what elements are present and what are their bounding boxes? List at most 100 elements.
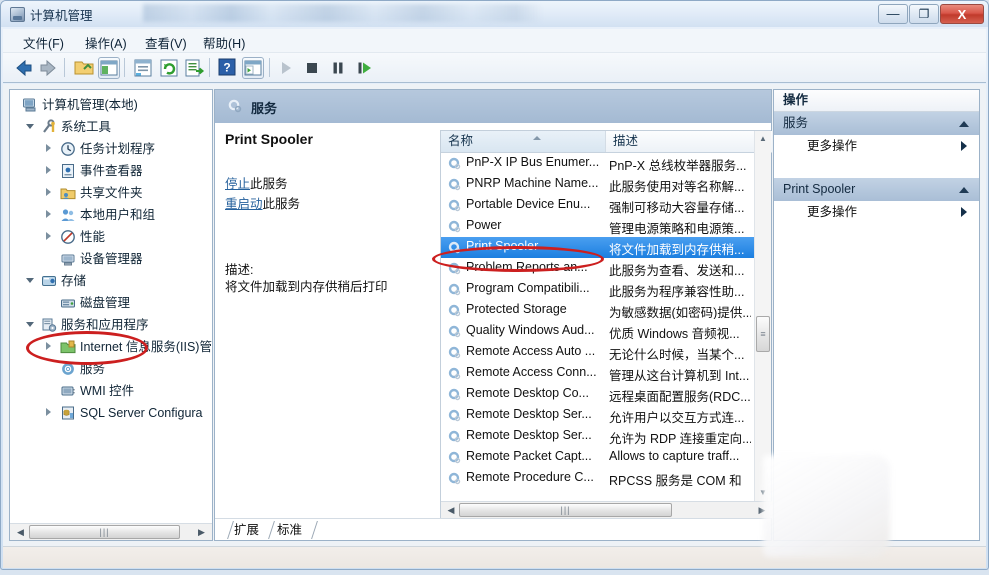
toolbar-separator-2	[124, 58, 125, 77]
chevron-right-icon	[961, 141, 967, 151]
table-row[interactable]: Remote Desktop Ser... 允许用户以交互方式连...	[441, 405, 755, 426]
actions-item-label: 更多操作	[807, 205, 858, 219]
scroll-up-button[interactable]: ▲	[755, 131, 771, 147]
show-action-pane-icon[interactable]	[242, 57, 264, 79]
tree-label: 存储	[61, 274, 87, 288]
table-row[interactable]: Remote Packet Capt... Allows to capture …	[441, 447, 755, 468]
close-icon: X	[957, 7, 967, 22]
maximize-button[interactable]: ❐	[909, 4, 939, 24]
tree-label: 服务	[80, 362, 106, 376]
scroll-thumb[interactable]: |||	[29, 525, 180, 539]
tree-label: 磁盘管理	[80, 296, 131, 310]
blurred-title-path	[143, 4, 543, 22]
scroll-thumb[interactable]: |||	[459, 503, 672, 517]
svg-text:?: ?	[223, 61, 230, 75]
column-header-description[interactable]: 描述	[606, 131, 772, 152]
minimize-button[interactable]: —	[878, 4, 908, 24]
table-row[interactable]: Remote Procedure C... RPCSS 服务是 COM 和	[441, 468, 755, 489]
actions-group-services[interactable]: 服务	[774, 112, 979, 135]
table-row[interactable]: PnP-X IP Bus Enumer... PnP-X 总线枚举器服务...	[441, 153, 755, 174]
table-row[interactable]: Portable Device Enu... 强制可移动大容量存储...	[441, 195, 755, 216]
actions-more-actions-print-spooler[interactable]: 更多操作	[774, 201, 979, 223]
table-row[interactable]: PNRP Machine Name... 此服务使用对等名称解...	[441, 174, 755, 195]
list-vertical-scrollbar[interactable]: ▲ ≡ ▼	[754, 131, 771, 501]
export-list-icon[interactable]	[183, 57, 205, 79]
table-row[interactable]: Remote Access Auto ... 无论什么时候，当某个...	[441, 342, 755, 363]
restart-service-icon[interactable]	[353, 57, 375, 79]
service-desc-cell: 优质 Windows 音频视...	[609, 327, 740, 340]
stop-service-link[interactable]: 停止	[225, 177, 250, 191]
tree-label: 性能	[80, 230, 106, 244]
list-horizontal-scrollbar[interactable]: ◀ ||| ▶	[441, 501, 772, 518]
service-icon	[447, 156, 462, 171]
table-row[interactable]: Program Compatibili... 此服务为程序兼容性助...	[441, 279, 755, 300]
scroll-thumb[interactable]: ≡	[756, 316, 770, 352]
table-row[interactable]: Protected Storage 为敏感数据(如密码)提供...	[441, 300, 755, 321]
menu-view[interactable]: 查看(V)	[139, 32, 193, 51]
list-column-headers: 名称 描述	[441, 131, 772, 153]
refresh-icon[interactable]	[158, 57, 180, 79]
table-row[interactable]: Remote Desktop Co... 远程桌面配置服务(RDC...	[441, 384, 755, 405]
close-button[interactable]: X	[940, 4, 984, 24]
menu-action[interactable]: 操作(A)	[79, 32, 133, 51]
collapse-arrow-icon[interactable]	[46, 232, 51, 240]
services-list-pane: 名称 描述 PnP-X IP Bus Enumer... PnP-X 总线枚举器…	[440, 130, 772, 518]
center-panel-header: 服务	[215, 90, 771, 123]
chevron-up-icon[interactable]	[959, 187, 969, 193]
properties-icon[interactable]	[132, 57, 154, 79]
table-row-selected[interactable]: Print Spooler 将文件加载到内存供稍...	[441, 237, 755, 258]
collapse-arrow-icon[interactable]	[46, 166, 51, 174]
expand-arrow-icon[interactable]	[26, 322, 34, 331]
service-name-cell: Quality Windows Aud...	[466, 323, 595, 337]
up-folder-icon[interactable]	[73, 57, 95, 79]
scroll-left-button[interactable]: ◀	[12, 524, 29, 540]
column-header-name[interactable]: 名称	[441, 131, 606, 152]
tree-label: WMI 控件	[80, 384, 135, 398]
window-title: 计算机管理	[30, 9, 93, 23]
actions-item-label: 更多操作	[807, 139, 858, 153]
scroll-right-button[interactable]: ▶	[193, 524, 210, 540]
service-icon	[447, 324, 462, 339]
stop-service-icon[interactable]	[301, 57, 323, 79]
service-desc-cell: Allows to capture traff...	[609, 449, 740, 463]
collapse-arrow-icon[interactable]	[46, 144, 51, 152]
tree-horizontal-scrollbar[interactable]: ◀ ||| ▶	[10, 523, 212, 540]
service-icon	[447, 198, 462, 213]
expand-arrow-icon[interactable]	[26, 278, 34, 287]
service-desc-cell: 此服务使用对等名称解...	[609, 180, 745, 193]
title-bar: 计算机管理 — ❐ X	[1, 1, 988, 27]
forward-icon[interactable]	[37, 57, 59, 79]
description-label: 描述:	[225, 263, 254, 277]
service-name-cell: Remote Desktop Co...	[466, 386, 589, 400]
back-icon[interactable]	[13, 57, 35, 79]
restart-service-link[interactable]: 重启动	[225, 197, 263, 211]
tree-label: 服务和应用程序	[61, 318, 149, 332]
chevron-up-icon[interactable]	[959, 121, 969, 127]
service-icon	[447, 261, 462, 276]
scroll-left-button[interactable]: ◀	[443, 502, 459, 518]
collapse-arrow-icon[interactable]	[46, 210, 51, 218]
show-hide-console-tree-icon[interactable]	[98, 57, 120, 79]
services-list[interactable]: PnP-X IP Bus Enumer... PnP-X 总线枚举器服务... …	[441, 153, 755, 501]
table-row[interactable]: Power 管理电源策略和电源策...	[441, 216, 755, 237]
menu-file[interactable]: 文件(F)	[17, 32, 70, 51]
table-row[interactable]: Remote Desktop Ser... 允许为 RDP 连接重定向...	[441, 426, 755, 447]
expand-arrow-icon[interactable]	[26, 124, 34, 133]
console-tree-panel: 计算机管理(本地) 系统工具 任务计划程序 事件查看器 共享文件夹 本地用户和组…	[9, 89, 213, 541]
collapse-arrow-icon[interactable]	[46, 188, 51, 196]
table-row[interactable]: Problem Reports an... 此服务为查看、发送和...	[441, 258, 755, 279]
service-name-cell: Portable Device Enu...	[466, 197, 591, 211]
service-icon	[447, 345, 462, 360]
pause-service-icon[interactable]	[327, 57, 349, 79]
menu-help[interactable]: 帮助(H)	[197, 32, 251, 51]
start-service-icon[interactable]	[275, 57, 297, 79]
actions-group-print-spooler[interactable]: Print Spooler	[774, 178, 979, 201]
table-row[interactable]: Quality Windows Aud... 优质 Windows 音频视...	[441, 321, 755, 342]
local-users-groups-icon	[60, 207, 76, 223]
collapse-arrow-icon[interactable]	[46, 342, 51, 350]
help-icon[interactable]: ?	[217, 57, 239, 79]
service-name-cell: Remote Access Auto ...	[466, 344, 596, 358]
collapse-arrow-icon[interactable]	[46, 408, 51, 416]
actions-more-actions-services[interactable]: 更多操作	[774, 135, 979, 157]
table-row[interactable]: Remote Access Conn... 管理从这台计算机到 Int...	[441, 363, 755, 384]
